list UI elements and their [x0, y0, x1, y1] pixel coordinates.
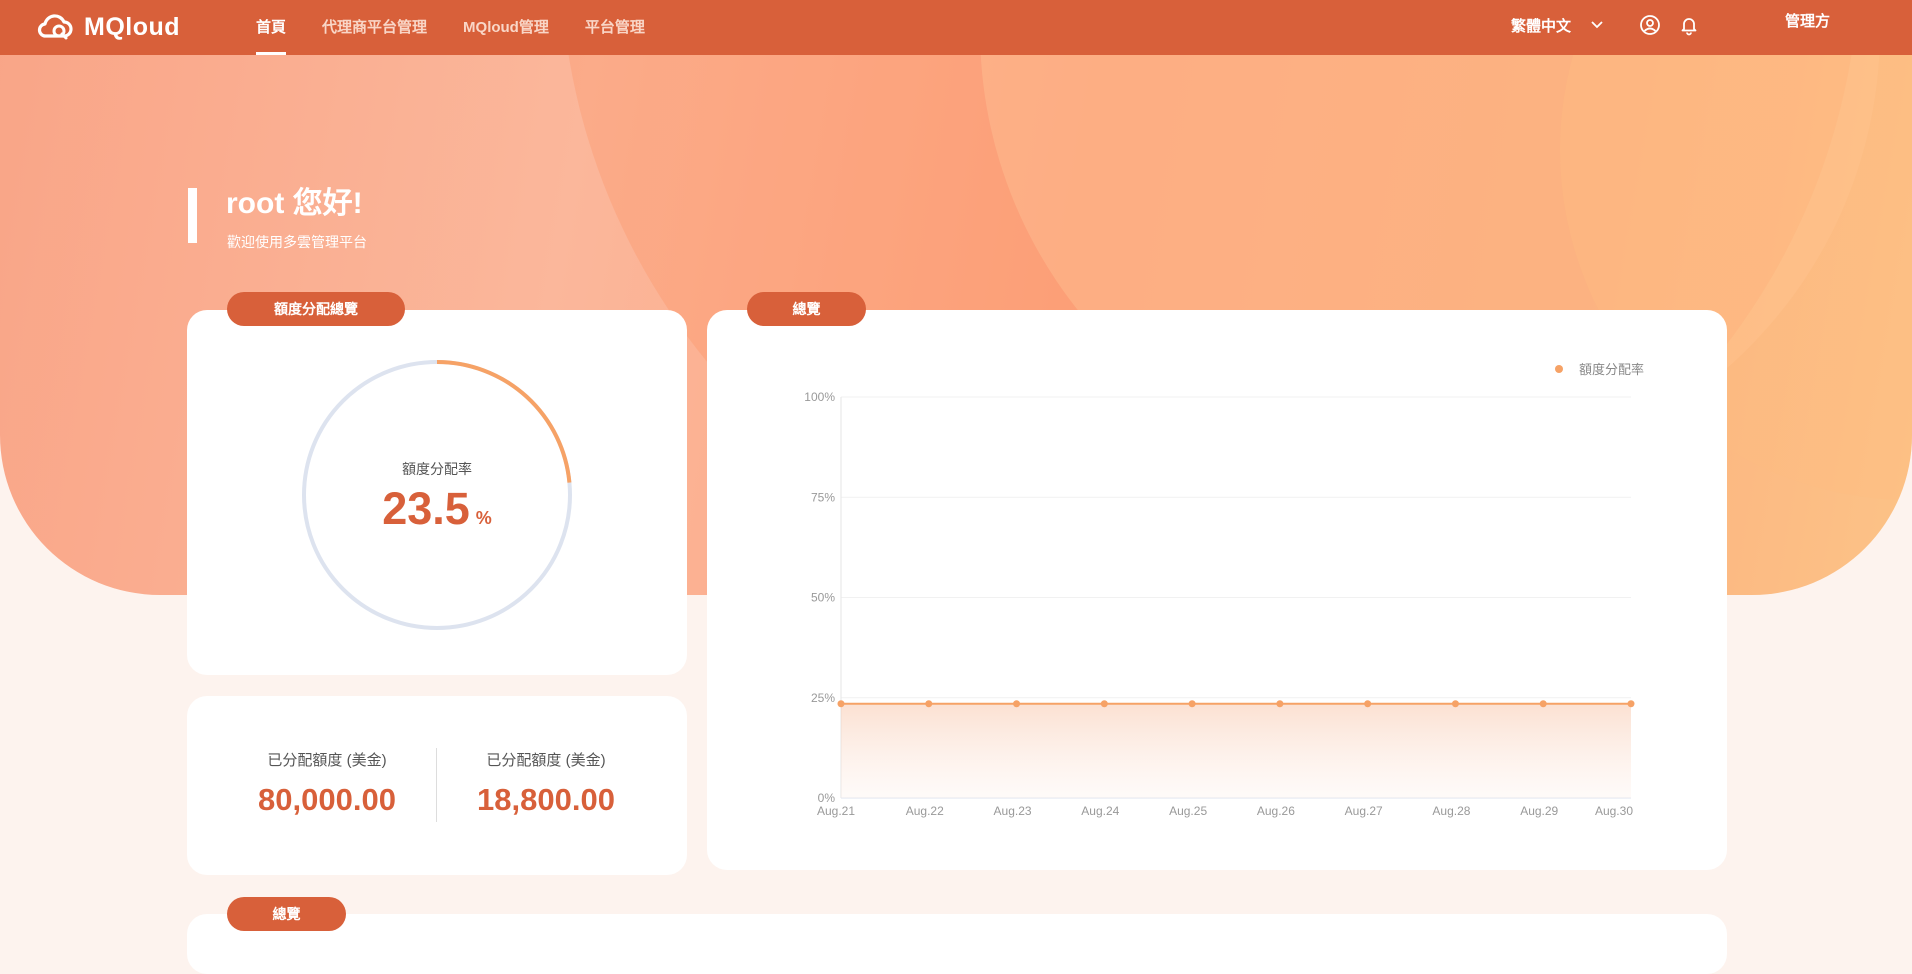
y-tick-label: 75% — [811, 490, 835, 504]
overview-chart-card: 0% 25% 50% 75% 100% Aug.21 Aug.22 Aug.23 Aug.24 A… — [707, 310, 1727, 870]
stat-label: 已分配額度 (美金) — [486, 752, 606, 769]
x-tick-label: Aug.22 — [906, 804, 944, 818]
series-area — [841, 703, 1631, 798]
ring-value-number: 23.5 — [382, 483, 470, 534]
quota-ring: 額度分配率 23.5% — [300, 358, 574, 632]
data-point — [1539, 700, 1547, 708]
user-role-label[interactable]: 管理方 — [1785, 10, 1830, 31]
bottom-overview-tag: 總覽 — [227, 897, 346, 931]
y-tick-label: 0% — [818, 791, 836, 805]
welcome-accent-bar — [188, 188, 197, 243]
y-tick-label: 100% — [804, 390, 835, 404]
data-point — [1451, 700, 1459, 708]
main-nav: 首頁 代理商平台管理 MQloud管理 平台管理 — [256, 0, 681, 55]
x-tick-label: Aug.28 — [1432, 804, 1470, 818]
welcome-subtitle: 歡迎使用多雲管理平台 — [227, 234, 367, 250]
allocated-amount-right: 已分配額度 (美金) 18,800.00 — [446, 749, 646, 818]
data-point — [1188, 700, 1196, 708]
x-tick-label: Aug.21 — [817, 804, 855, 818]
legend-label: 額度分配率 — [1579, 362, 1644, 377]
data-point — [1276, 700, 1284, 708]
x-tick-label: Aug.27 — [1345, 804, 1383, 818]
ring-value: 23.5% — [300, 483, 574, 535]
cloud-logo-icon — [37, 14, 73, 40]
data-point — [1100, 700, 1108, 708]
ring-value-unit: % — [475, 508, 492, 528]
stat-value: 80,000.00 — [258, 782, 396, 817]
quota-overview-tag: 額度分配總覽 — [227, 292, 405, 326]
x-tick-label: Aug.25 — [1169, 804, 1207, 818]
data-point — [837, 700, 845, 708]
language-label: 繁體中文 — [1511, 17, 1572, 35]
stat-label: 已分配額度 (美金) — [267, 752, 387, 769]
ring-label: 額度分配率 — [402, 461, 472, 477]
chevron-down-icon — [1591, 21, 1603, 29]
data-point — [1364, 700, 1372, 708]
x-tick-label: Aug.29 — [1520, 804, 1558, 818]
brand-name: MQloud — [84, 12, 181, 41]
x-tick-label: Aug.26 — [1257, 804, 1295, 818]
nav-item-mqloud-management[interactable]: MQloud管理 — [463, 0, 549, 55]
language-selector[interactable]: 繁體中文 — [1511, 0, 1603, 50]
brand-logo[interactable]: MQloud — [36, 10, 180, 44]
y-tick-label: 25% — [811, 691, 835, 705]
stat-value: 18,800.00 — [477, 782, 615, 817]
x-tick-label: Aug.23 — [994, 804, 1032, 818]
allocated-amount-left: 已分配額度 (美金) 80,000.00 — [227, 749, 427, 818]
x-tick-label: Aug.30 — [1595, 804, 1633, 818]
legend-marker — [1555, 365, 1563, 373]
top-navigation-bar: MQloud 首頁 代理商平台管理 MQloud管理 平台管理 繁體中文 管理方 — [0, 0, 1912, 55]
x-tick-label: Aug.24 — [1081, 804, 1119, 818]
stat-divider — [436, 748, 437, 822]
overview-tag: 總覽 — [747, 292, 866, 326]
welcome-title: root 您好! — [226, 187, 363, 220]
bell-icon[interactable] — [1678, 14, 1700, 36]
nav-item-platform-management[interactable]: 平台管理 — [585, 0, 645, 55]
data-point — [1013, 700, 1021, 708]
nav-item-agent-platform[interactable]: 代理商平台管理 — [322, 0, 427, 55]
y-tick-label: 50% — [811, 591, 835, 605]
data-point — [925, 700, 933, 708]
user-circle-icon[interactable] — [1639, 14, 1661, 36]
data-point — [1627, 700, 1635, 708]
bottom-overview-card — [187, 914, 1727, 974]
line-chart: 0% 25% 50% 75% 100% Aug.21 Aug.22 Aug.23 Aug.24 A… — [804, 362, 1644, 818]
nav-item-home[interactable]: 首頁 — [256, 0, 287, 55]
